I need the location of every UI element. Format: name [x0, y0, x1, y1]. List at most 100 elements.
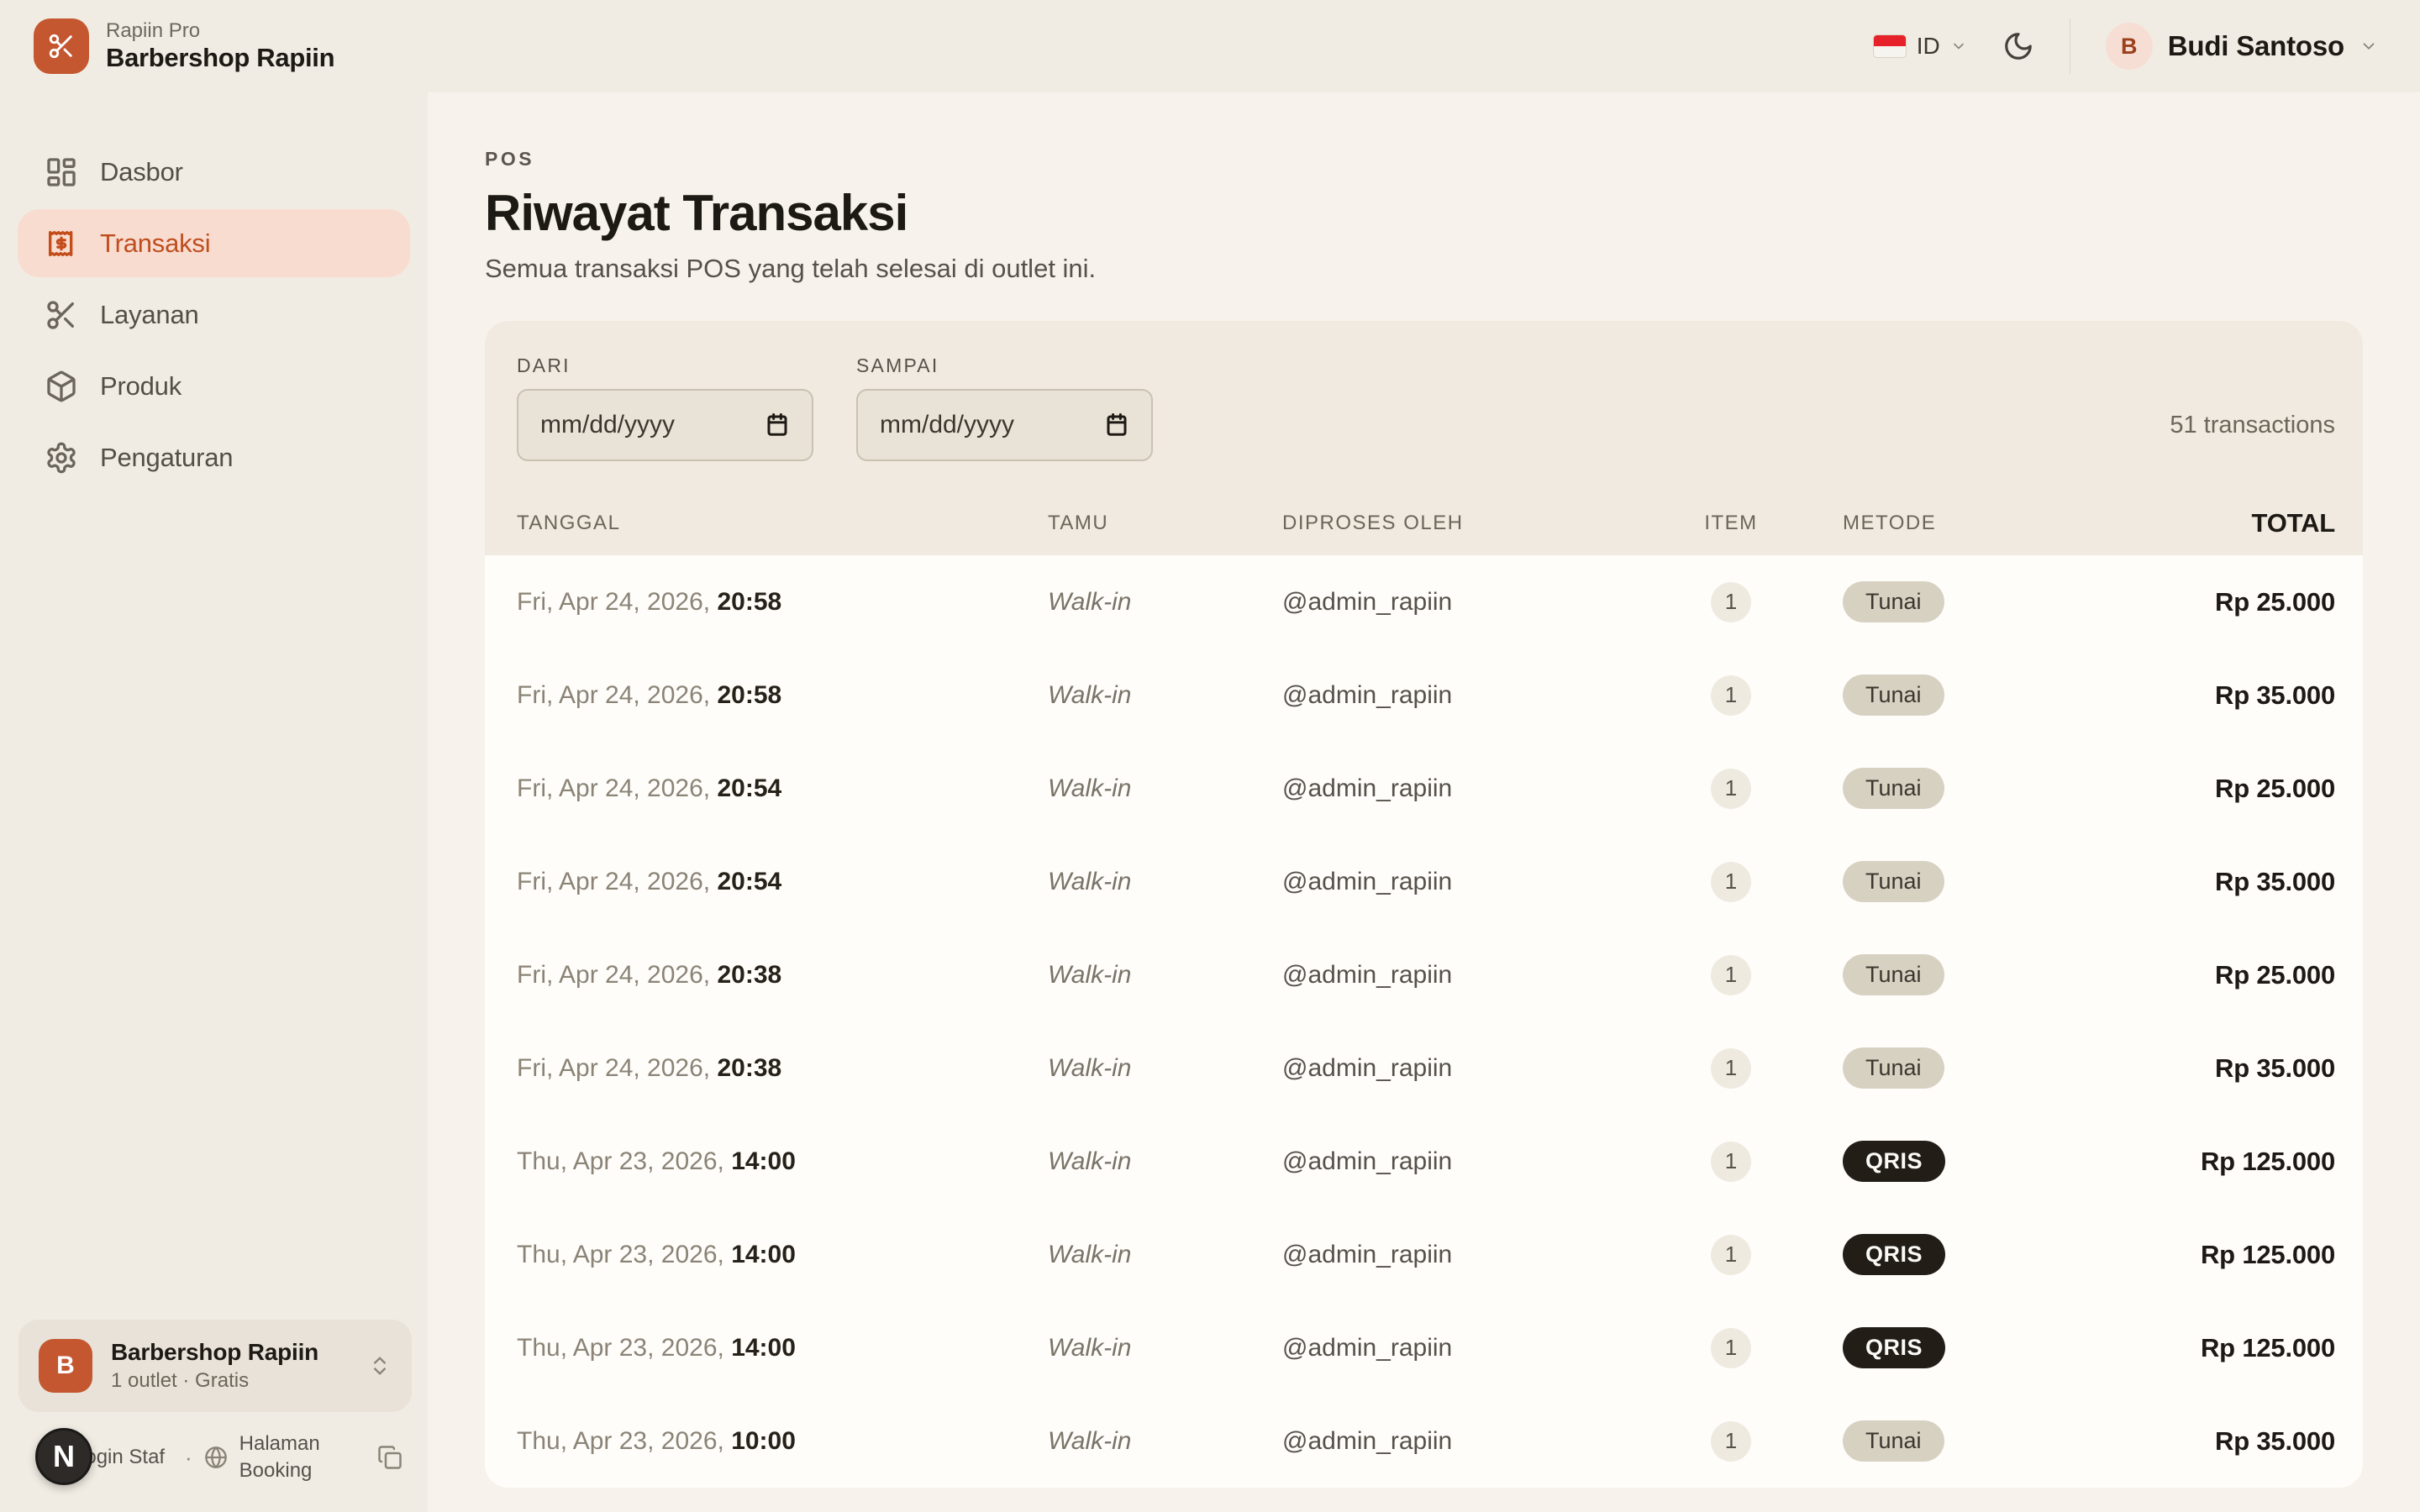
processed-by: @admin_rapiin: [1282, 1054, 1668, 1083]
dashboard-icon: [45, 155, 78, 189]
transaction-count: 51 transactions: [2170, 412, 2335, 439]
item-count-badge: 1: [1711, 675, 1751, 716]
processed-by: @admin_rapiin: [1282, 1241, 1668, 1269]
transaction-date: Thu, Apr 23, 2026,: [517, 1334, 724, 1362]
item-count-badge: 1: [1711, 582, 1751, 622]
column-header-diproses-oleh: DIPROSES OLEH: [1282, 512, 1668, 535]
transaction-time: 14:00: [731, 1147, 796, 1175]
table-row[interactable]: Fri, Apr 24, 2026, 20:58 Walk-in @admin_…: [517, 555, 2335, 648]
table-row[interactable]: Fri, Apr 24, 2026, 20:58 Walk-in @admin_…: [517, 648, 2335, 742]
payment-method-badge: Tunai: [1843, 1047, 1944, 1089]
table-row[interactable]: Thu, Apr 23, 2026, 14:00 Walk-in @admin_…: [517, 1208, 2335, 1301]
table-row[interactable]: Thu, Apr 23, 2026, 14:00 Walk-in @admin_…: [517, 1301, 2335, 1394]
user-avatar: B: [2106, 23, 2153, 70]
payment-method-badge: Tunai: [1843, 861, 1944, 902]
sidebar-item-label: Pengaturan: [100, 443, 233, 473]
guest-name: Walk-in: [1048, 1147, 1282, 1176]
transactions-panel: DARI mm/dd/yyyy SAMPAI mm/dd/yyyy 51 tr: [485, 321, 2363, 1488]
transaction-total: Rp 25.000: [2067, 960, 2335, 990]
brand: Rapiin Pro Barbershop Rapiin: [34, 18, 334, 74]
sidebar-item-produk[interactable]: Produk: [18, 352, 410, 420]
transaction-total: Rp 35.000: [2067, 680, 2335, 711]
payment-method-badge: Tunai: [1843, 581, 1944, 622]
transaction-date: Thu, Apr 23, 2026,: [517, 1147, 724, 1175]
sidebar-item-dasbor[interactable]: Dasbor: [18, 138, 410, 206]
transaction-date: Thu, Apr 23, 2026,: [517, 1427, 724, 1455]
moon-icon: [2002, 30, 2034, 62]
table-row[interactable]: Thu, Apr 23, 2026, 14:00 Walk-in @admin_…: [517, 1115, 2335, 1208]
language-switcher[interactable]: ID: [1873, 33, 1967, 60]
guest-name: Walk-in: [1048, 1054, 1282, 1083]
sidebar: Dasbor Transaksi Layanan Produk Pengatur…: [0, 92, 428, 1512]
transaction-date: Fri, Apr 24, 2026,: [517, 588, 710, 616]
topbar-actions: ID B Budi Santoso: [1873, 18, 2378, 74]
processed-by: @admin_rapiin: [1282, 1147, 1668, 1176]
transaction-total: Rp 25.000: [2067, 774, 2335, 804]
date-from-label: DARI: [517, 354, 813, 377]
transaction-date: Fri, Apr 24, 2026,: [517, 774, 710, 802]
transaction-time: 20:54: [717, 868, 781, 895]
payment-method-badge: QRIS: [1843, 1327, 1945, 1368]
sidebar-item-label: Produk: [100, 371, 182, 402]
date-to-label: SAMPAI: [856, 354, 1153, 377]
user-menu[interactable]: B Budi Santoso: [2106, 23, 2378, 70]
dot-separator: ·: [185, 1445, 192, 1471]
sidebar-item-pengaturan[interactable]: Pengaturan: [18, 423, 410, 491]
app-logo: [34, 18, 89, 74]
item-count-badge: 1: [1711, 955, 1751, 995]
outlet-switcher[interactable]: B Barbershop Rapiin 1 outlet · Gratis: [18, 1320, 412, 1412]
transaction-time: 20:54: [717, 774, 781, 802]
date-from-value: mm/dd/yyyy: [540, 411, 675, 439]
transaction-total: Rp 35.000: [2067, 1053, 2335, 1084]
table-row[interactable]: Fri, Apr 24, 2026, 20:54 Walk-in @admin_…: [517, 835, 2335, 928]
nextjs-dev-badge[interactable]: N: [35, 1428, 92, 1485]
sidebar-item-transaksi[interactable]: Transaksi: [18, 209, 410, 277]
calendar-icon[interactable]: [765, 412, 790, 438]
sidebar-nav: Dasbor Transaksi Layanan Produk Pengatur…: [0, 92, 428, 491]
guest-name: Walk-in: [1048, 681, 1282, 710]
transaction-date: Fri, Apr 24, 2026,: [517, 1054, 710, 1082]
transaction-time: 14:00: [731, 1334, 796, 1362]
filter-bar: DARI mm/dd/yyyy SAMPAI mm/dd/yyyy 51 tr: [485, 321, 2363, 461]
processed-by: @admin_rapiin: [1282, 774, 1668, 803]
halaman-booking-link[interactable]: Halaman Booking: [204, 1431, 339, 1485]
table-body: Fri, Apr 24, 2026, 20:58 Walk-in @admin_…: [485, 555, 2363, 1488]
copy-booking-link-button[interactable]: [377, 1445, 402, 1470]
guest-name: Walk-in: [1048, 588, 1282, 617]
processed-by: @admin_rapiin: [1282, 868, 1668, 896]
date-to-input[interactable]: mm/dd/yyyy: [856, 389, 1153, 461]
item-count-badge: 1: [1711, 1048, 1751, 1089]
dark-mode-toggle[interactable]: [2002, 30, 2034, 62]
table-row[interactable]: Fri, Apr 24, 2026, 20:38 Walk-in @admin_…: [517, 928, 2335, 1021]
date-from-input[interactable]: mm/dd/yyyy: [517, 389, 813, 461]
table-row[interactable]: Thu, Apr 23, 2026, 10:00 Walk-in @admin_…: [517, 1394, 2335, 1488]
guest-name: Walk-in: [1048, 868, 1282, 896]
item-count-badge: 1: [1711, 1235, 1751, 1275]
item-count-badge: 1: [1711, 1328, 1751, 1368]
item-count-badge: 1: [1711, 1142, 1751, 1182]
halaman-booking-label: Halaman Booking: [239, 1431, 339, 1485]
processed-by: @admin_rapiin: [1282, 681, 1668, 710]
page-subtitle: Semua transaksi POS yang telah selesai d…: [485, 254, 2363, 284]
transaction-time: 14:00: [731, 1241, 796, 1268]
language-code: ID: [1917, 33, 1940, 60]
processed-by: @admin_rapiin: [1282, 588, 1668, 617]
guest-name: Walk-in: [1048, 774, 1282, 803]
indonesia-flag-icon: [1873, 34, 1907, 58]
topbar: Rapiin Pro Barbershop Rapiin ID B Budi S…: [0, 0, 2420, 92]
page-eyebrow: POS: [485, 148, 2363, 171]
table-row[interactable]: Fri, Apr 24, 2026, 20:54 Walk-in @admin_…: [517, 742, 2335, 835]
item-count-badge: 1: [1711, 769, 1751, 809]
transaction-total: Rp 35.000: [2067, 1426, 2335, 1457]
transaction-date: Fri, Apr 24, 2026,: [517, 681, 710, 709]
table-row[interactable]: Fri, Apr 24, 2026, 20:38 Walk-in @admin_…: [517, 1021, 2335, 1115]
transaction-total: Rp 35.000: [2067, 867, 2335, 897]
processed-by: @admin_rapiin: [1282, 1427, 1668, 1456]
payment-method-badge: Tunai: [1843, 1420, 1944, 1462]
table-header-row: TANGGAL TAMU DIPROSES OLEH ITEM METODE T…: [485, 461, 2363, 555]
calendar-icon[interactable]: [1104, 412, 1129, 438]
main-content: POS Riwayat Transaksi Semua transaksi PO…: [428, 92, 2420, 1512]
sidebar-item-layanan[interactable]: Layanan: [18, 281, 410, 349]
payment-method-badge: Tunai: [1843, 675, 1944, 716]
globe-icon: [204, 1446, 228, 1469]
